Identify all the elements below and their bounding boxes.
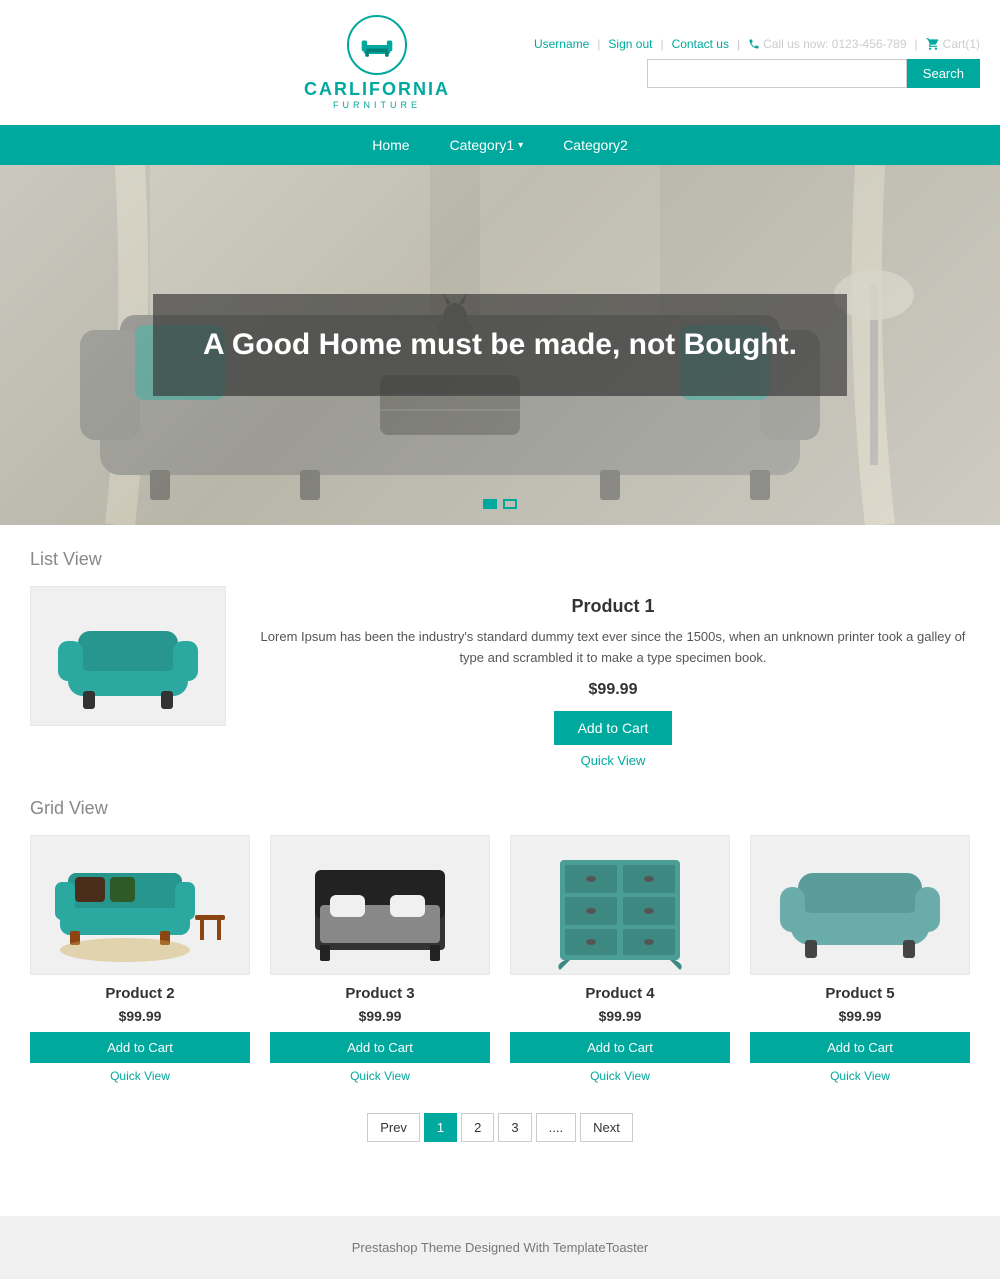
logo-subtitle: FURNITURE [333, 100, 421, 110]
prev-page-button[interactable]: Prev [367, 1113, 420, 1142]
grid-product-3: Product 3 $99.99 Add to Cart Quick View [270, 835, 490, 1083]
product3-price: $99.99 [270, 1008, 490, 1024]
pagination: Prev 1 2 3 .... Next [30, 1113, 970, 1142]
hero-dot-2[interactable] [503, 499, 517, 509]
grid-product-2: Product 2 $99.99 Add to Cart Quick View [30, 835, 250, 1083]
list-view-item: Product 1 Lorem Ipsum has been the indus… [30, 586, 970, 768]
cart-link[interactable]: Cart(1) [926, 37, 980, 51]
nav-item-category1[interactable]: Category1 ▾ [430, 125, 544, 165]
logo[interactable]: CARLIFORNIA FURNITURE [304, 15, 450, 110]
product1-quick-view[interactable]: Quick View [256, 753, 970, 768]
nav-item-category2[interactable]: Category2 [543, 125, 648, 165]
search-input[interactable] [647, 59, 907, 88]
dropdown-arrow-icon: ▾ [518, 140, 523, 151]
grid-view: Product 2 $99.99 Add to Cart Quick View [30, 835, 970, 1083]
product4-quick-view[interactable]: Quick View [510, 1069, 730, 1083]
hero-heading: A Good Home must be made, not Bought. [203, 324, 797, 366]
product5-price: $99.99 [750, 1008, 970, 1024]
header: CARLIFORNIA FURNITURE Username | Sign ou… [0, 0, 1000, 125]
page-ellipsis[interactable]: .... [536, 1113, 576, 1142]
product1-chair-svg [48, 596, 208, 716]
product3-svg [290, 835, 470, 975]
product3-add-to-cart[interactable]: Add to Cart [270, 1032, 490, 1063]
product4-svg [530, 835, 710, 975]
search-button[interactable]: Search [907, 59, 980, 88]
product2-price: $99.99 [30, 1008, 250, 1024]
grid-product-4: Product 4 $99.99 Add to Cart Quick View [510, 835, 730, 1083]
product4-name: Product 4 [510, 985, 730, 1002]
product3-quick-view[interactable]: Quick View [270, 1069, 490, 1083]
product1-image [30, 586, 226, 726]
hero-dot-1[interactable] [483, 499, 497, 509]
hero-pagination-dots[interactable] [483, 499, 517, 509]
hero-text-box: A Good Home must be made, not Bought. [153, 294, 847, 396]
product1-name: Product 1 [256, 596, 970, 617]
product1-price: $99.99 [256, 681, 970, 699]
product5-image [750, 835, 970, 975]
main-content: List View Product 1 Lorem Ipsum has been… [10, 525, 990, 1196]
logo-icon [347, 15, 407, 75]
product4-image [510, 835, 730, 975]
hero-banner: A Good Home must be made, not Bought. [0, 165, 1000, 525]
page-1-button[interactable]: 1 [424, 1113, 457, 1142]
product2-image [30, 835, 250, 975]
footer-text: Prestashop Theme Designed With TemplateT… [24, 1240, 976, 1255]
product1-description: Lorem Ipsum has been the industry's stan… [256, 627, 970, 669]
product5-add-to-cart[interactable]: Add to Cart [750, 1032, 970, 1063]
product3-image [270, 835, 490, 975]
contact-link[interactable]: Contact us [672, 37, 729, 51]
product1-add-to-cart[interactable]: Add to Cart [554, 711, 673, 745]
product3-name: Product 3 [270, 985, 490, 1002]
product5-svg [770, 835, 950, 975]
cart-icon [926, 37, 940, 51]
product2-add-to-cart[interactable]: Add to Cart [30, 1032, 250, 1063]
product5-name: Product 5 [750, 985, 970, 1002]
page-2-button[interactable]: 2 [461, 1113, 494, 1142]
next-page-button[interactable]: Next [580, 1113, 633, 1142]
phone-link[interactable]: Call us now: 0123-456-789 [748, 37, 906, 51]
product1-info: Product 1 Lorem Ipsum has been the indus… [256, 586, 970, 768]
navigation: Home Category1 ▾ Category2 [0, 125, 1000, 165]
product2-quick-view[interactable]: Quick View [30, 1069, 250, 1083]
grid-product-5: Product 5 $99.99 Add to Cart Quick View [750, 835, 970, 1083]
header-right: Username | Sign out | Contact us | Call … [534, 37, 980, 88]
product4-price: $99.99 [510, 1008, 730, 1024]
username-link[interactable]: Username [534, 37, 589, 51]
product2-name: Product 2 [30, 985, 250, 1002]
phone-icon [748, 38, 760, 50]
search-bar: Search [647, 59, 980, 88]
footer: Prestashop Theme Designed With TemplateT… [0, 1216, 1000, 1279]
signout-link[interactable]: Sign out [608, 37, 652, 51]
product4-add-to-cart[interactable]: Add to Cart [510, 1032, 730, 1063]
page-3-button[interactable]: 3 [498, 1113, 531, 1142]
product5-quick-view[interactable]: Quick View [750, 1069, 970, 1083]
header-links: Username | Sign out | Contact us | Call … [534, 37, 980, 51]
list-view-title: List View [30, 549, 970, 570]
nav-item-home[interactable]: Home [352, 125, 429, 165]
product2-svg [50, 835, 230, 975]
logo-name: CARLIFORNIA [304, 79, 450, 100]
logo-sofa-icon [359, 27, 395, 63]
grid-view-title: Grid View [30, 798, 970, 819]
